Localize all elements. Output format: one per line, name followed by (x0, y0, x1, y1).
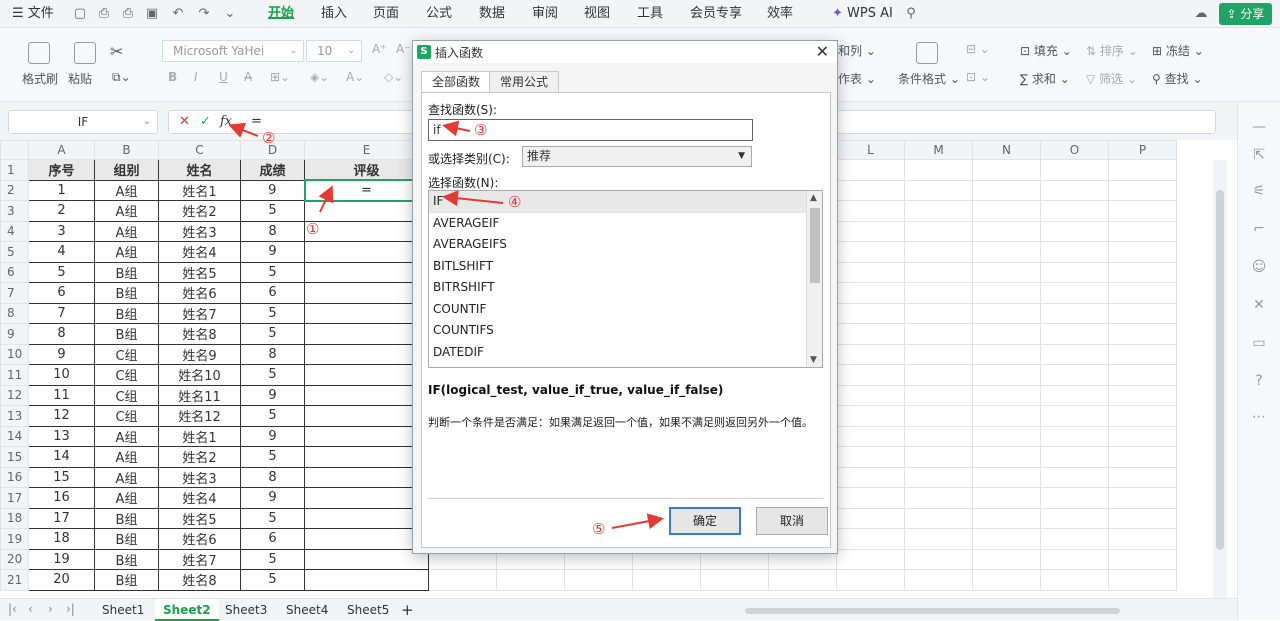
arrow-5 (611, 513, 664, 530)
annotation-2: ② (262, 129, 276, 147)
arrow-2 (228, 122, 259, 138)
annotation-1: ① (306, 220, 320, 238)
arrow-1 (318, 185, 334, 213)
annotation-5: ⑤ (592, 520, 606, 538)
arrow-3 (442, 120, 471, 137)
annotation-arrows (228, 120, 664, 530)
arrow-4 (442, 190, 504, 207)
annotation-3: ③ (474, 121, 488, 139)
annotation-4: ④ (508, 193, 522, 211)
